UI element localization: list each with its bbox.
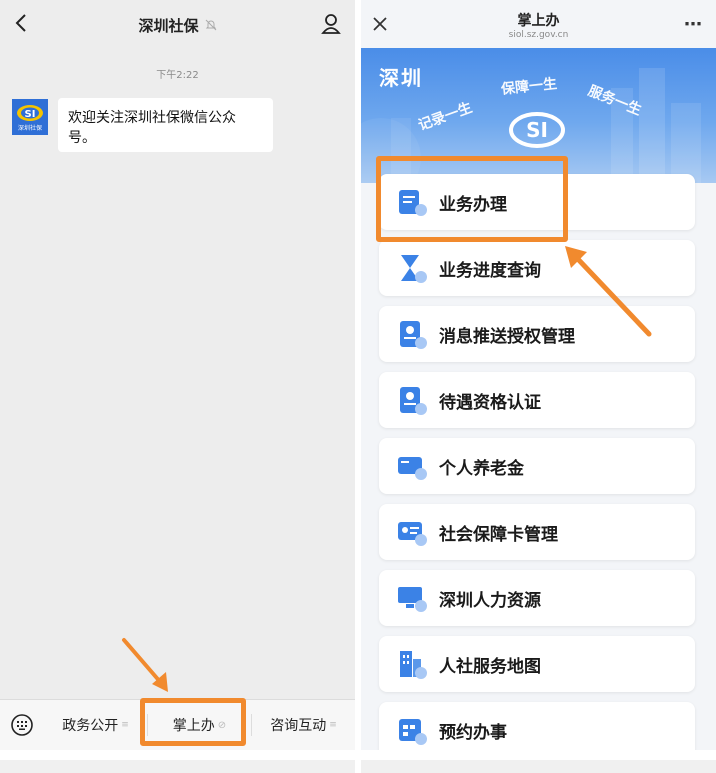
banner-city: 深圳 [379, 66, 423, 90]
svg-text:SI: SI [526, 118, 548, 142]
service-item-label: 深圳人力资源 [439, 590, 541, 611]
wallet-icon [395, 449, 429, 483]
next-screen-edge [361, 760, 716, 773]
service-item-hr[interactable]: 深圳人力资源 [379, 570, 695, 626]
svg-text:SI: SI [25, 109, 36, 120]
service-item-ss-card[interactable]: 社会保障卡管理 [379, 504, 695, 560]
pointer-arrow-icon [565, 246, 652, 337]
mini-app-url: siol.sz.gov.cn [508, 30, 569, 40]
chat-title: 深圳社保 [138, 16, 199, 35]
submenu-icon: ≡ [329, 720, 337, 730]
hourglass-icon [395, 251, 429, 285]
service-item-label: 人社服务地图 [439, 656, 541, 677]
si-logo-icon: SI [509, 112, 565, 148]
avatar[interactable]: SI 深圳社保 [12, 99, 48, 135]
certificate-icon [395, 383, 429, 417]
chat-header: 深圳社保 [0, 0, 355, 50]
menu-consult[interactable]: 咨询互动 ≡ [252, 715, 355, 735]
service-item-label: 待遇资格认证 [439, 392, 541, 413]
back-icon[interactable] [14, 12, 28, 38]
highlight-box [376, 156, 568, 242]
building-icon [395, 647, 429, 681]
id-card-icon [395, 515, 429, 549]
mobile-service-screen: 掌上办 siol.sz.gov.cn ⋯ 深圳 记录一生 保障一生 服务一生 S… [361, 0, 716, 750]
pointer-arrow-icon [122, 638, 168, 692]
mini-app-header: 掌上办 siol.sz.gov.cn ⋯ [361, 0, 716, 48]
service-item-label: 个人养老金 [439, 458, 524, 479]
keyboard-icon[interactable] [0, 713, 44, 737]
welcome-message: 欢迎关注深圳社保微信公众号。 [58, 98, 273, 152]
profile-icon[interactable] [321, 13, 341, 39]
next-screen-edge [0, 760, 355, 773]
avatar-label: 深圳社保 [18, 124, 42, 132]
service-item-qualification[interactable]: 待遇资格认证 [379, 372, 695, 428]
calendar-icon [395, 713, 429, 747]
submenu-icon: ≡ [121, 720, 129, 730]
chat-screen: 深圳社保 下午2:22 SI 深圳社保 欢迎关注深圳社保微信公众号。 政务公开 ≡… [0, 0, 355, 750]
message-timestamp: 下午2:22 [156, 70, 199, 81]
mute-bell-icon [205, 16, 217, 35]
menu-label: 政务公开 [62, 718, 119, 734]
service-item-label: 预约办事 [439, 722, 507, 743]
menu-label: 咨询互动 [270, 718, 327, 734]
highlight-box [140, 698, 246, 746]
menu-gov-affairs[interactable]: 政务公开 ≡ [44, 715, 147, 735]
badge-icon [395, 317, 429, 351]
service-item-map[interactable]: 人社服务地图 [379, 636, 695, 692]
mini-app-title: 掌上办 [517, 13, 560, 29]
service-item-label: 业务进度查询 [439, 260, 541, 281]
service-item-label: 消息推送授权管理 [439, 326, 575, 347]
service-item-appointment[interactable]: 预约办事 [379, 702, 695, 750]
service-item-pension[interactable]: 个人养老金 [379, 438, 695, 494]
monitor-icon [395, 581, 429, 615]
service-item-label: 社会保障卡管理 [439, 524, 558, 545]
more-icon[interactable]: ⋯ [684, 14, 702, 35]
